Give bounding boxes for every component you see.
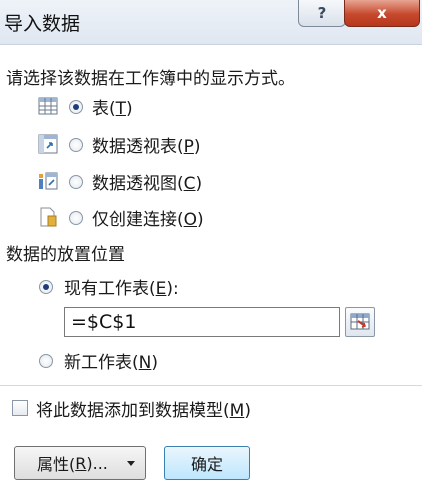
help-button[interactable]: ? — [298, 0, 346, 27]
option-pivot-table-label[interactable]: 数据透视表(P) — [92, 132, 201, 157]
connection-icon — [40, 207, 57, 227]
view-prompt: 请选择该数据在工作簿中的显示方式。 — [6, 69, 295, 89]
radio-table[interactable] — [69, 100, 83, 114]
option-table-label[interactable]: 表(T) — [92, 94, 133, 119]
dropdown-arrow-icon — [127, 461, 135, 466]
option-connection-only-label[interactable]: 仅创建连接(O) — [92, 205, 204, 230]
new-sheet-label[interactable]: 新工作表(N) — [64, 348, 158, 373]
pivot-chart-icon — [39, 172, 58, 190]
location-heading: 数据的放置位置 — [6, 245, 125, 265]
radio-connection-only[interactable] — [69, 211, 83, 225]
radio-new-sheet[interactable] — [39, 354, 53, 368]
add-to-model-label[interactable]: 将此数据添加到数据模型(M) — [36, 396, 251, 421]
option-pivot-chart-label[interactable]: 数据透视图(C) — [92, 169, 202, 194]
divider — [0, 385, 422, 386]
close-icon: x — [377, 4, 387, 22]
title-bar: 导入数据 ? x — [0, 0, 422, 45]
close-button[interactable]: x — [344, 0, 420, 27]
ok-button[interactable]: 确定 — [164, 446, 250, 480]
table-icon — [38, 97, 58, 115]
existing-sheet-label[interactable]: 现有工作表(E): — [64, 274, 179, 299]
add-to-model-checkbox[interactable] — [12, 400, 28, 416]
dialog-title: 导入数据 — [4, 13, 81, 35]
radio-pivot-chart[interactable] — [69, 175, 83, 189]
radio-pivot-table[interactable] — [69, 138, 83, 152]
properties-button[interactable]: 属性(R)... — [14, 446, 146, 480]
properties-label: 属性( — [37, 455, 76, 474]
radio-existing-sheet[interactable] — [39, 280, 53, 294]
help-icon: ? — [317, 4, 327, 22]
properties-tail: )... — [86, 453, 108, 473]
cell-reference-input[interactable]: =$C$1 — [64, 307, 340, 337]
pivot-table-icon — [38, 134, 58, 154]
collapse-dialog-button[interactable] — [345, 307, 375, 337]
properties-key: R — [75, 453, 87, 473]
range-select-icon — [350, 313, 370, 330]
